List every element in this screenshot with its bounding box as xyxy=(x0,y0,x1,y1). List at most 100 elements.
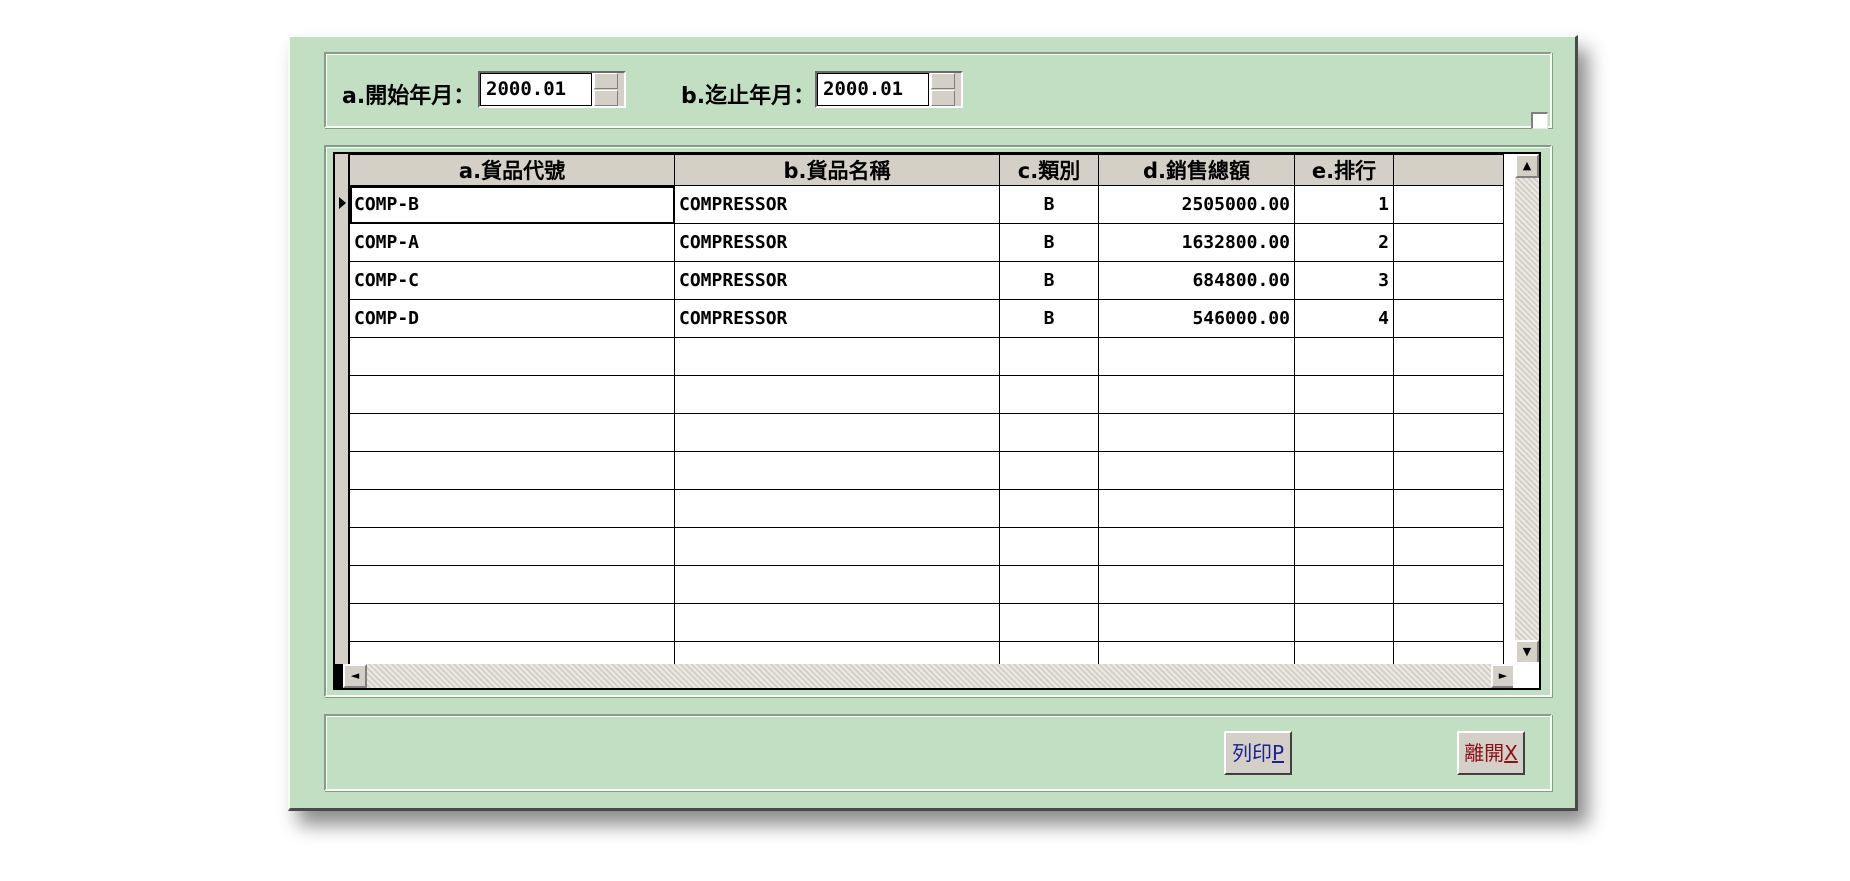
cell-name[interactable]: COMPRESSOR xyxy=(674,223,1000,262)
exit-button[interactable]: 離開X xyxy=(1457,731,1525,775)
empty-cell[interactable] xyxy=(349,527,675,566)
empty-cell[interactable] xyxy=(1393,527,1504,566)
empty-cell[interactable] xyxy=(999,565,1099,604)
end-month-spinner[interactable]: 2000.01 xyxy=(815,71,963,108)
cell-rank[interactable]: 4 xyxy=(1294,299,1394,338)
cell-category[interactable]: B xyxy=(999,185,1099,224)
empty-cell[interactable] xyxy=(1294,375,1394,414)
empty-cell[interactable] xyxy=(349,375,675,414)
empty-cell[interactable] xyxy=(1098,451,1295,490)
cell-blank[interactable] xyxy=(1393,223,1504,262)
cell-code[interactable]: COMP-A xyxy=(349,223,675,262)
empty-cell[interactable] xyxy=(1098,565,1295,604)
vertical-scrollbar[interactable]: ▲ ▼ xyxy=(1515,154,1539,664)
empty-cell[interactable] xyxy=(1393,451,1504,490)
empty-cell[interactable] xyxy=(1098,375,1295,414)
empty-table-row[interactable] xyxy=(349,337,1504,376)
start-month-input[interactable]: 2000.01 xyxy=(480,73,592,106)
empty-cell[interactable] xyxy=(1294,413,1394,452)
end-month-up-button[interactable] xyxy=(931,73,955,89)
empty-cell[interactable] xyxy=(349,337,675,376)
empty-cell[interactable] xyxy=(1294,489,1394,528)
row-selector-column[interactable] xyxy=(335,154,349,688)
empty-cell[interactable] xyxy=(1294,451,1394,490)
start-month-spinner[interactable]: 2000.01 xyxy=(478,71,626,108)
table-row[interactable]: COMP-C COMPRESSOR B 684800.00 3 xyxy=(349,261,1504,300)
empty-cell[interactable] xyxy=(1393,565,1504,604)
empty-cell[interactable] xyxy=(999,413,1099,452)
cell-name[interactable]: COMPRESSOR xyxy=(674,299,1000,338)
empty-cell[interactable] xyxy=(674,375,1000,414)
empty-table-row[interactable] xyxy=(349,489,1504,528)
empty-cell[interactable] xyxy=(999,527,1099,566)
column-header-category[interactable]: c.類別 xyxy=(999,154,1099,186)
empty-cell[interactable] xyxy=(1393,337,1504,376)
empty-cell[interactable] xyxy=(1098,603,1295,642)
empty-table-row[interactable] xyxy=(349,565,1504,604)
column-header-rank[interactable]: e.排行 xyxy=(1294,154,1394,186)
empty-cell[interactable] xyxy=(1098,413,1295,452)
empty-cell[interactable] xyxy=(1393,489,1504,528)
empty-cell[interactable] xyxy=(999,451,1099,490)
end-month-down-button[interactable] xyxy=(931,90,955,106)
end-month-input[interactable]: 2000.01 xyxy=(817,73,929,106)
cell-rank[interactable]: 2 xyxy=(1294,223,1394,262)
cell-category[interactable]: B xyxy=(999,299,1099,338)
cell-category[interactable]: B xyxy=(999,261,1099,300)
cell-total[interactable]: 546000.00 xyxy=(1098,299,1295,338)
empty-cell[interactable] xyxy=(1393,413,1504,452)
scroll-up-icon[interactable]: ▲ xyxy=(1515,154,1539,178)
empty-cell[interactable] xyxy=(674,603,1000,642)
scroll-down-icon[interactable]: ▼ xyxy=(1515,640,1539,664)
empty-cell[interactable] xyxy=(1294,337,1394,376)
table-row[interactable]: COMP-A COMPRESSOR B 1632800.00 2 xyxy=(349,223,1504,262)
table-row[interactable]: COMP-D COMPRESSOR B 546000.00 4 xyxy=(349,299,1504,338)
empty-cell[interactable] xyxy=(674,451,1000,490)
empty-cell[interactable] xyxy=(999,489,1099,528)
cell-code[interactable]: COMP-D xyxy=(349,299,675,338)
cell-blank[interactable] xyxy=(1393,185,1504,224)
cell-blank[interactable] xyxy=(1393,261,1504,300)
empty-table-row[interactable] xyxy=(349,413,1504,452)
sales-ranking-grid[interactable]: a.貨品代號 b.貨品名稱 c.類別 d.銷售總額 e.排行 COMP-B CO… xyxy=(333,152,1541,690)
cell-total[interactable]: 684800.00 xyxy=(1098,261,1295,300)
empty-cell[interactable] xyxy=(674,413,1000,452)
empty-cell[interactable] xyxy=(674,565,1000,604)
empty-cell[interactable] xyxy=(349,489,675,528)
empty-cell[interactable] xyxy=(1294,527,1394,566)
empty-cell[interactable] xyxy=(1294,565,1394,604)
cell-category[interactable]: B xyxy=(999,223,1099,262)
column-header-total[interactable]: d.銷售總額 xyxy=(1098,154,1295,186)
empty-table-row[interactable] xyxy=(349,375,1504,414)
cell-rank[interactable]: 3 xyxy=(1294,261,1394,300)
empty-cell[interactable] xyxy=(999,375,1099,414)
empty-cell[interactable] xyxy=(1098,527,1295,566)
empty-cell[interactable] xyxy=(349,413,675,452)
empty-cell[interactable] xyxy=(999,603,1099,642)
empty-cell[interactable] xyxy=(349,565,675,604)
empty-cell[interactable] xyxy=(1393,375,1504,414)
cell-total[interactable]: 2505000.00 xyxy=(1098,185,1295,224)
scroll-right-icon[interactable]: ► xyxy=(1491,664,1515,688)
cell-code[interactable]: COMP-B xyxy=(349,185,675,224)
empty-table-row[interactable] xyxy=(349,527,1504,566)
empty-cell[interactable] xyxy=(349,603,675,642)
empty-cell[interactable] xyxy=(349,451,675,490)
start-month-up-button[interactable] xyxy=(594,73,618,89)
cell-name[interactable]: COMPRESSOR xyxy=(674,261,1000,300)
empty-cell[interactable] xyxy=(1098,489,1295,528)
empty-table-row[interactable] xyxy=(349,603,1504,642)
cell-name[interactable]: COMPRESSOR xyxy=(674,185,1000,224)
empty-cell[interactable] xyxy=(674,489,1000,528)
option-checkbox[interactable] xyxy=(1531,112,1548,129)
empty-cell[interactable] xyxy=(999,337,1099,376)
print-button[interactable]: 列印P xyxy=(1224,731,1292,775)
table-row[interactable]: COMP-B COMPRESSOR B 2505000.00 1 xyxy=(349,185,1504,224)
empty-cell[interactable] xyxy=(1294,603,1394,642)
empty-cell[interactable] xyxy=(1393,603,1504,642)
scroll-left-icon[interactable]: ◄ xyxy=(343,664,367,688)
cell-code[interactable]: COMP-C xyxy=(349,261,675,300)
cell-rank[interactable]: 1 xyxy=(1294,185,1394,224)
empty-cell[interactable] xyxy=(674,527,1000,566)
column-header-name[interactable]: b.貨品名稱 xyxy=(674,154,1000,186)
